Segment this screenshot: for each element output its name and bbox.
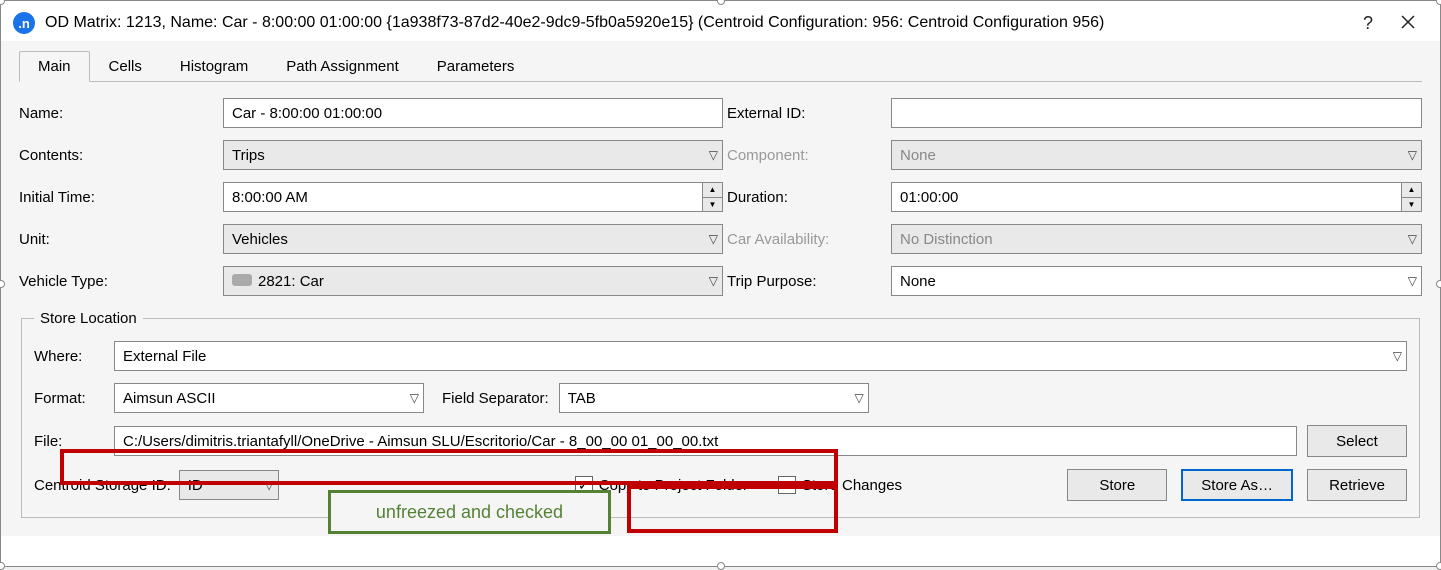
resize-handle-icon[interactable] xyxy=(717,562,725,570)
checkbox-icon xyxy=(575,476,593,494)
car-icon xyxy=(232,274,252,286)
app-icon: .n xyxy=(13,12,35,34)
window-title: OD Matrix: 1213, Name: Car - 8:00:00 01:… xyxy=(45,14,1348,32)
component-label: Component: xyxy=(727,147,887,164)
tab-main[interactable]: Main xyxy=(19,51,90,82)
duration-value: 01:00:00 xyxy=(892,189,1401,206)
vehicle-type-label: Vehicle Type: xyxy=(19,273,219,290)
spin-down-icon[interactable]: ▼ xyxy=(703,198,722,212)
component-select: None ▽ xyxy=(891,140,1422,170)
chevron-down-icon: ▽ xyxy=(709,232,718,246)
copy-to-project-folder-label: Copy to Project Folder xyxy=(599,477,748,494)
chevron-down-icon: ▽ xyxy=(709,274,718,288)
format-select[interactable]: Aimsun ASCII ▽ xyxy=(114,383,424,413)
main-form: Name: External ID: Contents: Trips ▽ Com… xyxy=(19,98,1422,296)
spinner-buttons[interactable]: ▲▼ xyxy=(702,183,722,211)
initial-time-value: 8:00:00 AM xyxy=(224,189,702,206)
unit-label: Unit: xyxy=(19,231,219,248)
chevron-down-icon: ▽ xyxy=(709,148,718,162)
file-path-input[interactable] xyxy=(114,426,1297,456)
store-location-group: Store Location Where: External File ▽ Fo… xyxy=(21,310,1420,518)
format-label: Format: xyxy=(34,390,104,407)
unit-select[interactable]: Vehicles ▽ xyxy=(223,224,723,254)
chevron-down-icon: ▽ xyxy=(1408,232,1417,246)
where-label: Where: xyxy=(34,348,104,365)
field-separator-select[interactable]: TAB ▽ xyxy=(559,383,869,413)
component-value: None xyxy=(900,147,936,164)
store-button[interactable]: Store xyxy=(1067,469,1167,501)
close-button[interactable] xyxy=(1388,13,1428,34)
trip-purpose-select[interactable]: None ▽ xyxy=(891,266,1422,296)
field-separator-value: TAB xyxy=(568,390,596,407)
chevron-down-icon: ▽ xyxy=(1393,349,1402,363)
copy-to-project-folder-checkbox[interactable]: Copy to Project Folder xyxy=(575,476,748,494)
resize-handle-icon[interactable] xyxy=(717,0,725,5)
spin-up-icon[interactable]: ▲ xyxy=(703,183,722,198)
resize-handle-icon[interactable] xyxy=(0,562,5,570)
format-value: Aimsun ASCII xyxy=(123,390,216,407)
checkbox-icon xyxy=(778,476,796,494)
vehicle-type-value: 2821: Car xyxy=(258,273,324,290)
resize-handle-icon[interactable] xyxy=(1436,562,1441,570)
name-input[interactable] xyxy=(223,98,723,128)
select-file-button[interactable]: Select xyxy=(1307,425,1407,457)
contents-select[interactable]: Trips ▽ xyxy=(223,140,723,170)
tab-path-assignment[interactable]: Path Assignment xyxy=(267,51,418,82)
chevron-down-icon: ▽ xyxy=(410,391,419,405)
dialog-content: Main Cells Histogram Path Assignment Par… xyxy=(1,41,1440,536)
centroid-storage-id-select[interactable]: ID ▽ xyxy=(179,470,279,500)
resize-handle-icon[interactable] xyxy=(1436,0,1441,5)
retrieve-button[interactable]: Retrieve xyxy=(1307,469,1407,501)
trip-purpose-label: Trip Purpose: xyxy=(727,273,887,290)
title-bar: .n OD Matrix: 1213, Name: Car - 8:00:00 … xyxy=(1,1,1440,41)
trip-purpose-value: None xyxy=(900,273,936,290)
resize-handle-icon[interactable] xyxy=(1436,280,1441,288)
contents-value: Trips xyxy=(232,147,265,164)
spin-down-icon[interactable]: ▼ xyxy=(1402,198,1421,212)
store-changes-label: Store Changes xyxy=(802,477,902,494)
initial-time-spinner[interactable]: 8:00:00 AM ▲▼ xyxy=(223,182,723,212)
car-availability-label: Car Availability: xyxy=(727,231,887,248)
car-availability-select: No Distinction ▽ xyxy=(891,224,1422,254)
file-label: File: xyxy=(34,433,104,450)
store-changes-checkbox[interactable]: Store Changes xyxy=(778,476,902,494)
car-availability-value: No Distinction xyxy=(900,231,993,248)
vehicle-type-select[interactable]: 2821: Car ▽ xyxy=(223,266,723,296)
tab-cells[interactable]: Cells xyxy=(90,51,161,82)
tab-histogram[interactable]: Histogram xyxy=(161,51,267,82)
chevron-down-icon: ▽ xyxy=(1408,274,1417,288)
where-value: External File xyxy=(123,348,206,365)
store-location-legend: Store Location xyxy=(34,310,143,327)
tab-strip: Main Cells Histogram Path Assignment Par… xyxy=(19,51,1422,82)
field-separator-label: Field Separator: xyxy=(442,390,549,407)
tab-parameters[interactable]: Parameters xyxy=(418,51,534,82)
resize-handle-icon[interactable] xyxy=(0,280,5,288)
centroid-storage-id-label: Centroid Storage ID: xyxy=(34,477,171,494)
centroid-storage-id-value: ID xyxy=(188,477,203,494)
external-id-input[interactable] xyxy=(891,98,1422,128)
duration-label: Duration: xyxy=(727,189,887,206)
dialog-window: .n OD Matrix: 1213, Name: Car - 8:00:00 … xyxy=(1,1,1440,566)
spinner-buttons[interactable]: ▲▼ xyxy=(1401,183,1421,211)
chevron-down-icon: ▽ xyxy=(855,391,864,405)
contents-label: Contents: xyxy=(19,147,219,164)
name-label: Name: xyxy=(19,105,219,122)
initial-time-label: Initial Time: xyxy=(19,189,219,206)
spin-up-icon[interactable]: ▲ xyxy=(1402,183,1421,198)
chevron-down-icon: ▽ xyxy=(1408,148,1417,162)
duration-spinner[interactable]: 01:00:00 ▲▼ xyxy=(891,182,1422,212)
unit-value: Vehicles xyxy=(232,231,288,248)
external-id-label: External ID: xyxy=(727,105,887,122)
chevron-down-icon: ▽ xyxy=(265,478,274,492)
where-select[interactable]: External File ▽ xyxy=(114,341,1407,371)
store-as-button[interactable]: Store As… xyxy=(1181,469,1293,501)
help-button[interactable]: ? xyxy=(1348,13,1388,34)
